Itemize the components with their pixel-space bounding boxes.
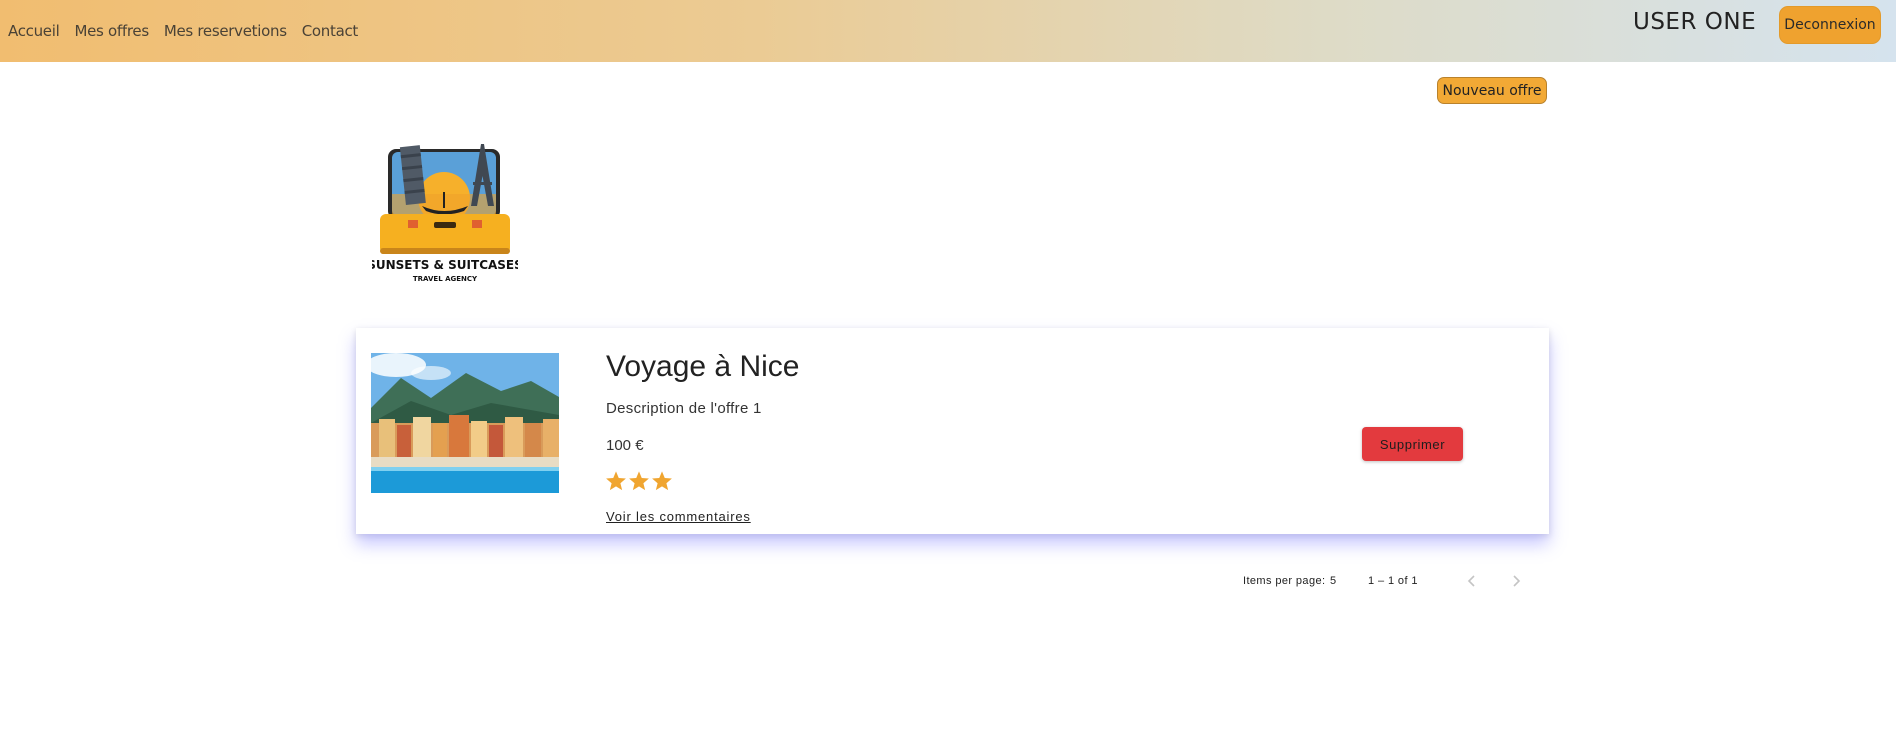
user-name: USER ONE — [1633, 9, 1757, 35]
offer-description: Description de l'offre 1 — [606, 400, 762, 417]
offer-image — [371, 353, 559, 493]
chevron-right-icon[interactable] — [1508, 571, 1524, 591]
star-icon — [629, 471, 649, 491]
top-navbar: Accueil Mes offres Mes reservetions Cont… — [0, 0, 1896, 62]
logo-tagline-text: TRAVEL AGENCY — [413, 275, 478, 283]
offer-price: 100 € — [606, 437, 644, 454]
items-per-page-label: Items per page: — [1243, 575, 1326, 587]
star-icon — [606, 471, 626, 491]
logout-button[interactable]: Deconnexion — [1779, 6, 1881, 44]
items-per-page-select[interactable]: 5 — [1330, 575, 1337, 587]
view-comments-link[interactable]: Voir les commentaires — [606, 509, 751, 524]
new-offer-button[interactable]: Nouveau offre — [1437, 77, 1547, 104]
offer-card: Voyage à Nice Description de l'offre 1 1… — [356, 328, 1549, 534]
nav-link-contact[interactable]: Contact — [302, 22, 359, 40]
nav-link-accueil[interactable]: Accueil — [8, 22, 60, 40]
nav-link-mes-offres[interactable]: Mes offres — [74, 22, 149, 40]
paginator-range: 1 – 1 of 1 — [1368, 575, 1418, 587]
offer-rating — [605, 470, 674, 492]
main-nav: Accueil Mes offres Mes reservetions Cont… — [0, 0, 365, 62]
offer-title: Voyage à Nice — [606, 350, 800, 383]
nav-link-mes-reservetions[interactable]: Mes reservetions — [164, 22, 287, 40]
suitcase-logo-icon: SUNSETS & SUITCASES TRAVEL AGENCY — [367, 144, 523, 283]
agency-logo: SUNSETS & SUITCASES TRAVEL AGENCY — [367, 136, 523, 288]
delete-button[interactable]: Supprimer — [1362, 427, 1463, 461]
chevron-left-icon[interactable] — [1464, 571, 1480, 591]
star-icon — [652, 471, 672, 491]
nice-city-photo-icon — [371, 353, 559, 493]
logo-name-text: SUNSETS & SUITCASES — [372, 258, 518, 272]
